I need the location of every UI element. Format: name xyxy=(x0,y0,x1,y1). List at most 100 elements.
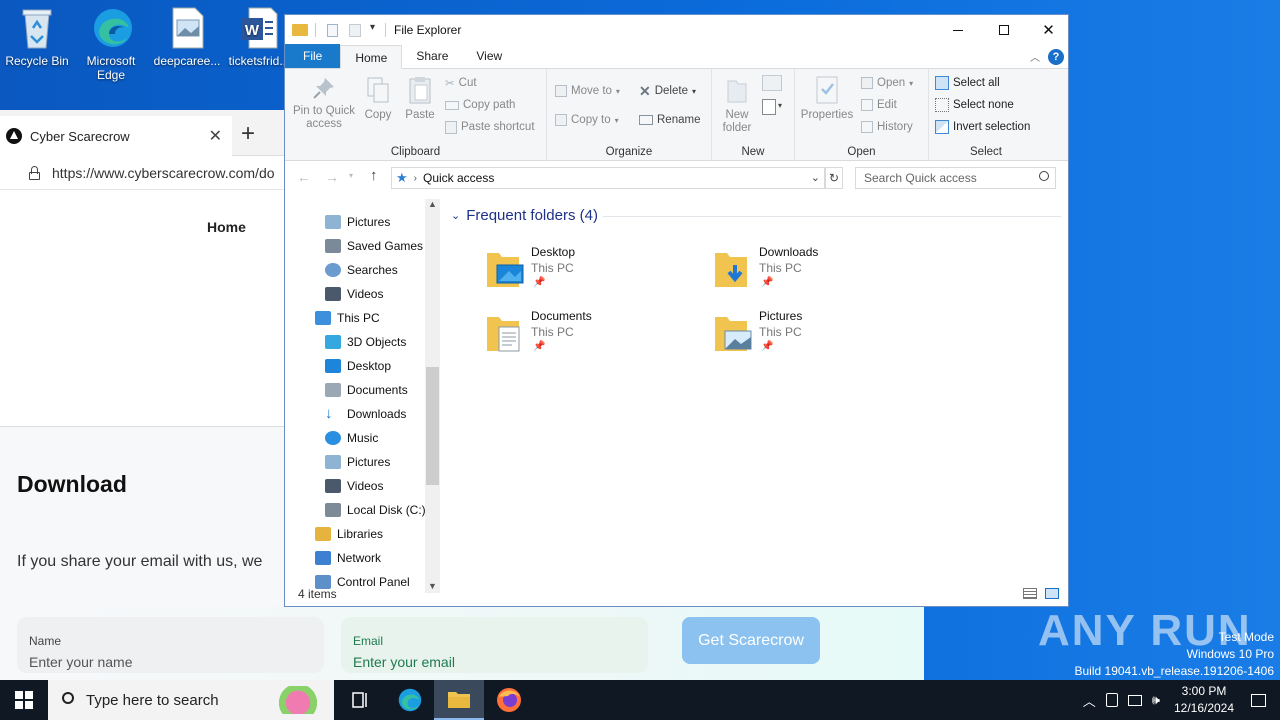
clock[interactable]: 3:00 PM 12/16/2024 xyxy=(1172,683,1236,717)
title-bar: ▾ File Explorer ✕ xyxy=(285,15,1068,45)
tab-share[interactable]: Share xyxy=(402,44,462,68)
name-field[interactable]: Name Enter your name xyxy=(17,617,324,673)
nav-item-music[interactable]: Music xyxy=(325,427,378,449)
details-view-icon[interactable] xyxy=(1023,588,1037,599)
select-none-button[interactable]: Select none xyxy=(935,96,1014,114)
nav-item-this-pc[interactable]: This PC xyxy=(315,307,380,329)
network-icon[interactable] xyxy=(1127,694,1142,706)
scroll-thumb[interactable] xyxy=(426,367,439,485)
build-text: Build 19041.vb_release.191206-1406 xyxy=(1074,664,1275,678)
nav-item-local-disk-c[interactable]: Local Disk (C:) xyxy=(325,499,426,521)
folder-tile-documents[interactable]: Documents This PC 📌 xyxy=(485,309,685,369)
forward-arrow-icon[interactable]: → xyxy=(325,169,339,185)
delete-button[interactable]: ✕ Delete ▾ xyxy=(639,82,696,100)
task-view-icon xyxy=(352,692,367,708)
nav-scrollbar[interactable]: ▲ ▼ xyxy=(425,199,440,593)
paste-button[interactable]: Paste xyxy=(401,75,439,122)
recent-dropdown-icon[interactable]: ▾ xyxy=(349,171,353,180)
move-to-button[interactable]: Move to ▾ xyxy=(555,82,620,100)
pin-icon: 📌 xyxy=(533,341,546,352)
properties-quick-icon[interactable] xyxy=(327,24,338,37)
url-text: https://www.cyberscarecrow.com/do xyxy=(52,164,275,181)
new-folder-button[interactable]: New folder xyxy=(714,75,760,135)
ribbon-tabs: File Home Share View ︿ ? xyxy=(285,44,1068,69)
close-tab-icon[interactable]: ✕ xyxy=(209,126,222,146)
edge-shortcut[interactable]: Microsoft Edge xyxy=(74,6,148,82)
device-icon[interactable] xyxy=(1105,693,1118,707)
new-item-icon[interactable] xyxy=(762,75,782,91)
notifications-button[interactable] xyxy=(1236,680,1280,720)
nav-item-label: Local Disk (C:) xyxy=(347,503,426,517)
copy-to-button[interactable]: Copy to ▾ xyxy=(555,111,619,129)
volume-icon[interactable]: 🕪 xyxy=(1152,692,1160,708)
invert-selection-button[interactable]: Invert selection xyxy=(935,118,1030,136)
deepcareer-file-shortcut[interactable]: deepcaree... xyxy=(150,6,224,68)
nav-item-network[interactable]: Network xyxy=(315,547,381,569)
nav-item-videos[interactable]: Videos xyxy=(325,283,383,305)
nav-item-label: Pictures xyxy=(347,215,391,229)
paste-shortcut-button[interactable]: Paste shortcut xyxy=(445,118,535,136)
folder-tile-downloads[interactable]: Downloads This PC 📌 xyxy=(713,245,913,305)
history-button[interactable]: History xyxy=(861,118,913,136)
frequent-folders-header[interactable]: ⌄ Frequent folders (4) xyxy=(451,207,598,224)
nav-item-downloads[interactable]: ↓ Downloads xyxy=(325,403,406,425)
email-field[interactable]: Email Enter your email xyxy=(341,617,648,673)
copy-path-button[interactable]: Copy path xyxy=(445,96,515,114)
get-scarecrow-button[interactable]: Get Scarecrow xyxy=(682,617,820,664)
new-tab-button[interactable]: + xyxy=(241,120,255,148)
properties-button[interactable]: Properties xyxy=(799,75,855,122)
folder-tile-desktop[interactable]: Desktop This PC 📌 xyxy=(485,245,685,305)
folder-tile-pictures[interactable]: Pictures This PC 📌 xyxy=(713,309,913,369)
maximize-button[interactable] xyxy=(981,15,1027,45)
help-icon[interactable]: ? xyxy=(1048,49,1064,65)
recycle-bin-shortcut[interactable]: Recycle Bin xyxy=(0,6,74,68)
customize-toolbar-icon[interactable]: ▾ xyxy=(370,22,375,33)
search-icon xyxy=(62,692,74,704)
nav-item-libraries[interactable]: Libraries xyxy=(315,523,383,545)
address-dropdown-icon[interactable]: ⌄ xyxy=(811,171,820,184)
pin-quick-access-button[interactable]: Pin to Quick access xyxy=(289,75,359,131)
nav-item-pictures[interactable]: Pictures xyxy=(325,211,390,233)
nav-item-desktop[interactable]: Desktop xyxy=(325,355,391,377)
tab-file[interactable]: File xyxy=(285,44,341,68)
edit-button[interactable]: Edit xyxy=(861,96,897,114)
paste-icon xyxy=(409,77,431,104)
tab-title: Cyber Scarecrow xyxy=(30,128,130,144)
taskbar-firefox[interactable] xyxy=(484,680,534,720)
taskbar-file-explorer[interactable] xyxy=(434,680,484,720)
chevron-up-icon[interactable]: ︿ xyxy=(1083,691,1096,710)
nav-item-pictures[interactable]: Pictures xyxy=(325,451,390,473)
collapse-ribbon-icon[interactable]: ︿ xyxy=(1030,49,1040,64)
easy-access-icon[interactable] xyxy=(762,99,776,115)
breadcrumb[interactable]: ★ › Quick access ⌄ xyxy=(391,167,825,189)
nav-item-saved-games[interactable]: Saved Games xyxy=(325,235,423,257)
cut-button[interactable]: ✂ Cut xyxy=(445,74,477,92)
tab-home[interactable]: Home xyxy=(340,45,403,69)
browser-tab[interactable]: Cyber Scarecrow ✕ xyxy=(0,116,232,156)
tab-view[interactable]: View xyxy=(462,44,516,68)
open-button[interactable]: Open ▾ xyxy=(861,74,913,92)
large-icons-view-icon[interactable] xyxy=(1045,588,1059,599)
scroll-up-icon[interactable]: ▲ xyxy=(428,199,437,209)
new-folder-quick-icon[interactable] xyxy=(349,24,361,37)
minimize-button[interactable] xyxy=(935,15,981,45)
refresh-button[interactable]: ↻ xyxy=(825,167,843,189)
task-view-button[interactable] xyxy=(336,680,386,720)
nav-item-videos[interactable]: Videos xyxy=(325,475,383,497)
nav-item-searches[interactable]: Searches xyxy=(325,259,398,281)
start-button[interactable] xyxy=(0,680,48,720)
address-bar[interactable]: https://www.cyberscarecrow.com/do xyxy=(0,156,290,190)
back-arrow-icon[interactable]: ← xyxy=(297,169,311,185)
search-box[interactable]: Search Quick access xyxy=(855,167,1056,189)
rename-button[interactable]: Rename xyxy=(639,111,700,129)
copy-button[interactable]: Copy xyxy=(359,75,397,122)
select-all-button[interactable]: Select all xyxy=(935,74,1000,92)
up-arrow-icon[interactable]: ↑ xyxy=(370,167,378,184)
nav-item-3d-objects[interactable]: 3D Objects xyxy=(325,331,406,353)
taskbar-search[interactable]: Type here to search xyxy=(48,680,334,720)
close-button[interactable]: ✕ xyxy=(1027,15,1068,45)
nav-home-link[interactable]: Home xyxy=(207,219,246,235)
taskbar-edge[interactable] xyxy=(386,680,434,720)
firefox-icon xyxy=(497,688,521,712)
nav-item-documents[interactable]: Documents xyxy=(325,379,408,401)
